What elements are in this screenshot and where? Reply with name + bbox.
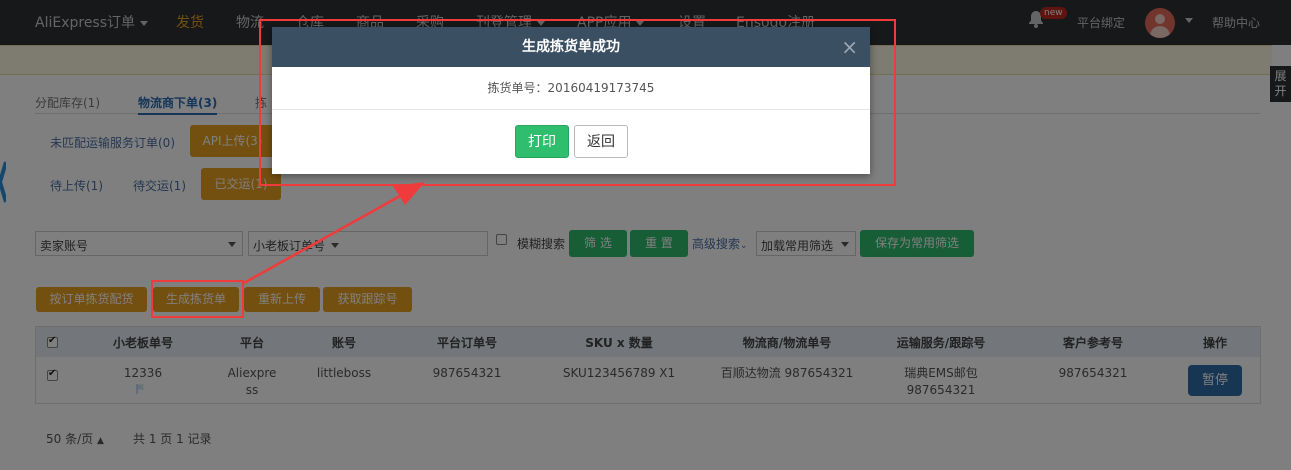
- annotation-arrow: [243, 182, 425, 285]
